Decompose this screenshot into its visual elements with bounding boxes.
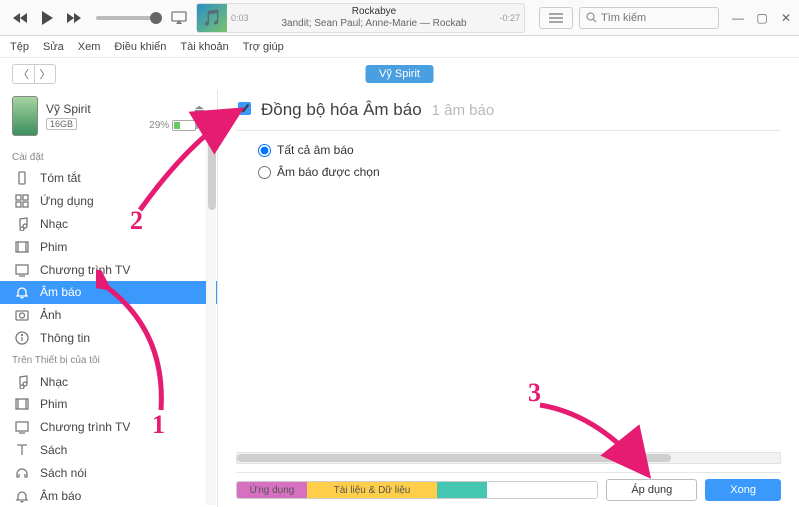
sidebar-item-info[interactable]: Thông tin	[0, 326, 217, 349]
prev-track-icon[interactable]	[12, 9, 30, 27]
storage-usage-bar: Ứng dụng Tài liệu & Dữ liệu	[236, 481, 598, 499]
device-block: Vỹ Spirit 16GB ⏏ 29% +	[0, 90, 217, 146]
now-playing: 🎵 0:03 Rockabye 3andit; Sean Paul; Anne-…	[196, 3, 525, 33]
sidebar-od-movies[interactable]: Phim	[0, 393, 217, 416]
eject-icon[interactable]: ⏏	[194, 102, 205, 116]
sidebar-item-tones[interactable]: Âm báo	[0, 281, 217, 304]
search-input[interactable]	[601, 12, 701, 24]
usage-seg-data: Tài liệu & Dữ liệu	[307, 482, 437, 498]
maximize-icon[interactable]: ▢	[755, 11, 769, 25]
info-icon	[14, 330, 30, 346]
battery-icon	[172, 120, 196, 131]
apps-icon	[14, 193, 30, 209]
next-track-icon[interactable]	[64, 9, 82, 27]
horizontal-scrollbar[interactable]	[236, 452, 781, 464]
content-pane: Đồng bộ hóa Âm báo 1 âm báo Tất cả âm bá…	[218, 90, 799, 507]
audiobooks-icon	[14, 465, 30, 481]
bell-icon	[14, 488, 30, 504]
camera-icon	[14, 307, 30, 323]
sidebar-item-summary[interactable]: Tóm tắt	[0, 167, 217, 190]
menu-view[interactable]: Xem	[78, 41, 101, 53]
airplay-icon[interactable]	[170, 9, 188, 27]
bell-icon	[14, 284, 30, 300]
close-icon[interactable]: ✕	[779, 11, 793, 25]
divider	[236, 472, 781, 473]
device-pill[interactable]: Vỹ Spirit	[365, 65, 434, 83]
track-artist: 3andit; Sean Paul; Anne-Marie — Rockab	[259, 18, 490, 30]
sidebar-od-tv[interactable]: Chương trình TV	[0, 416, 217, 439]
tv-icon	[14, 419, 30, 435]
sidebar: Vỹ Spirit 16GB ⏏ 29% + Cài đặt Tóm tắt Ứ…	[0, 90, 218, 507]
movies-icon	[14, 239, 30, 255]
album-art-icon: 🎵	[197, 3, 227, 33]
movies-icon	[14, 396, 30, 412]
sub-header: 〈 〉 Vỹ Spirit	[0, 58, 799, 90]
sidebar-od-books[interactable]: Sách	[0, 439, 217, 462]
menu-bar: Tệp Sửa Xem Điều khiển Tài khoản Trợ giú…	[0, 36, 799, 58]
radio-all-tones[interactable]: Tất cả âm báo	[258, 143, 781, 157]
sidebar-od-music[interactable]: Nhạc	[0, 370, 217, 393]
usage-seg-free	[487, 482, 597, 498]
sidebar-item-movies[interactable]: Phim	[0, 235, 217, 258]
music-icon	[14, 216, 30, 232]
search-box[interactable]	[579, 7, 719, 29]
divider	[236, 130, 781, 131]
nav-back-button[interactable]: 〈	[12, 64, 34, 84]
battery-pct: 29%	[149, 120, 169, 131]
sidebar-od-tones[interactable]: Âm báo	[0, 484, 217, 507]
sidebar-item-tv[interactable]: Chương trình TV	[0, 258, 217, 281]
sidebar-item-music[interactable]: Nhạc	[0, 213, 217, 236]
battery-status: 29% +	[149, 120, 205, 131]
device-image-icon	[12, 96, 38, 136]
track-title: Rockabye	[259, 6, 490, 18]
usage-seg-other	[437, 482, 487, 498]
volume-slider[interactable]	[96, 16, 156, 20]
books-icon	[14, 442, 30, 458]
device-name: Vỹ Spirit	[46, 102, 141, 116]
search-icon	[586, 12, 597, 23]
sidebar-scrollbar[interactable]	[206, 120, 216, 505]
minimize-icon[interactable]: —	[731, 11, 745, 25]
sidebar-od-audiobooks[interactable]: Sách nói	[0, 461, 217, 484]
done-button[interactable]: Xong	[705, 479, 781, 501]
summary-icon	[14, 170, 30, 186]
menu-controls[interactable]: Điều khiển	[114, 41, 166, 53]
sidebar-section-settings: Cài đặt	[0, 146, 217, 167]
sidebar-item-apps[interactable]: Ứng dụng	[0, 190, 217, 213]
menu-edit[interactable]: Sửa	[43, 41, 64, 53]
sync-title: Đồng bộ hóa Âm báo	[261, 100, 422, 120]
nav-forward-button[interactable]: 〉	[34, 64, 56, 84]
sync-count: 1 âm báo	[432, 102, 495, 119]
charging-icon: +	[199, 120, 205, 131]
list-view-button[interactable]	[539, 7, 573, 29]
device-capacity: 16GB	[46, 118, 77, 130]
sidebar-item-photos[interactable]: Ảnh	[0, 304, 217, 327]
tv-icon	[14, 262, 30, 278]
play-icon[interactable]	[38, 9, 56, 27]
apply-button[interactable]: Áp dụng	[606, 479, 697, 501]
player-bar: 🎵 0:03 Rockabye 3andit; Sean Paul; Anne-…	[0, 0, 799, 36]
menu-help[interactable]: Trợ giúp	[243, 41, 284, 53]
radio-selected-tones[interactable]: Âm báo được chọn	[258, 165, 781, 179]
sync-tones-checkbox[interactable]	[238, 102, 251, 115]
usage-seg-apps: Ứng dụng	[237, 482, 307, 498]
music-icon	[14, 374, 30, 390]
menu-file[interactable]: Tệp	[10, 41, 29, 53]
time-remain: -0:27	[495, 13, 524, 23]
time-elapsed: 0:03	[227, 13, 253, 23]
menu-account[interactable]: Tài khoản	[180, 41, 228, 53]
sidebar-section-on-device: Trên Thiết bị của tôi	[0, 349, 217, 370]
